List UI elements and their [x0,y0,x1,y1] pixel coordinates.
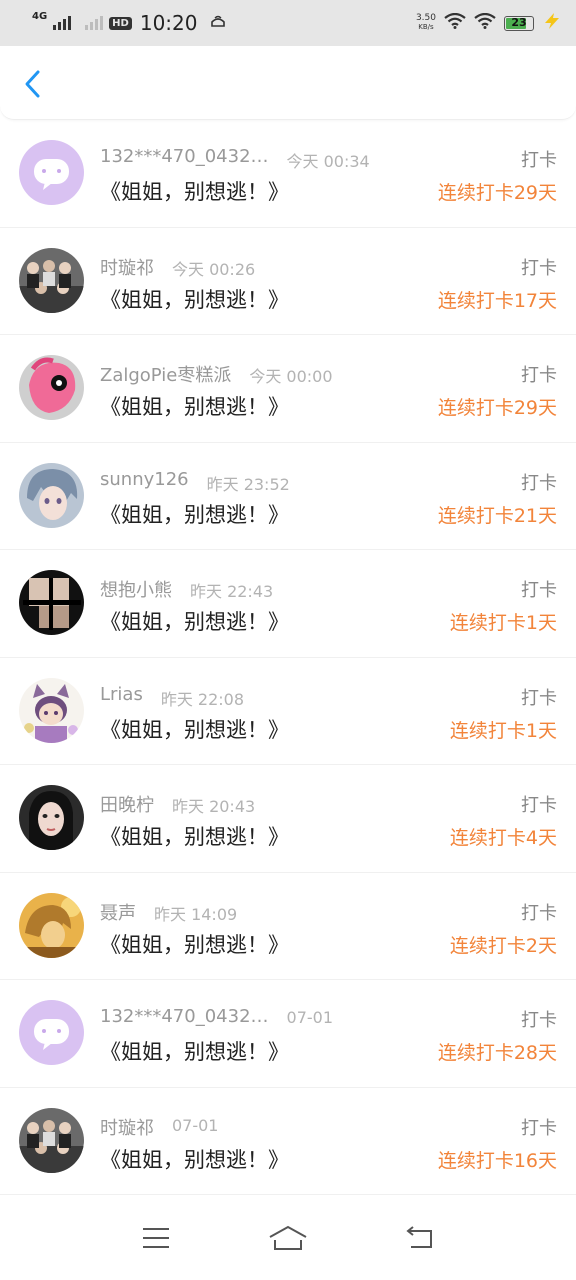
checkin-list: 132***470_0432… 今天 00:34 打卡 《姐姐，别想逃！》 连续打卡29… [0,120,576,1195]
user-name[interactable]: 聂声 [100,899,136,925]
user-name[interactable]: ZalgoPie枣糕派 [100,361,231,387]
user-name[interactable]: 田晚柠 [100,791,154,817]
wifi-2-icon [474,12,496,33]
menu-button[interactable] [132,1218,180,1258]
book-title: 《姐姐，别想逃！》 [100,932,289,957]
network-speed: 3.50 KB/s [416,14,436,32]
checkin-streak: 连续打卡29天 [437,182,557,204]
book-title: 《姐姐，别想逃！》 [100,502,289,527]
checkin-streak: 连续打卡1天 [449,719,557,742]
checkin-streak: 连续打卡28天 [437,1042,557,1064]
checkin-time: 昨天 23:52 [206,474,290,494]
wifi-icon [444,12,466,33]
checkin-time: 昨天 22:43 [189,582,274,601]
anime-boy-avatar-icon[interactable] [19,462,84,528]
book-title: 《姐姐，别想逃！》 [100,610,289,634]
battery-icon: 23 [504,15,534,31]
group-photo-avatar-icon[interactable] [19,247,84,313]
user-name[interactable]: 时璇祁 [100,254,154,280]
dark-photo-avatar-icon[interactable] [19,570,84,635]
page-header [0,46,576,120]
charging-icon [542,12,562,34]
clock: 10:20 [139,11,198,35]
home-icon [269,1225,307,1250]
checkin-streak: 连续打卡29天 [437,397,557,419]
default-chat-avatar-icon[interactable] [19,140,84,205]
checkin-type-label: 打卡 [521,902,557,924]
nfc-icon [209,12,227,34]
list-item[interactable]: 132***470_0432… 07-01 打卡《姐姐，别想逃！》 连续打卡28天 [0,980,576,1088]
list-item[interactable]: 时璇祁 今天 00:26 打卡《姐姐，别想逃！》 连续打卡17天 [0,228,576,335]
cat-ears-avatar-icon[interactable] [19,677,84,743]
book-title: 《姐姐，别想逃！》 [100,1040,289,1064]
home-button[interactable] [264,1218,312,1258]
system-nav-bar [0,1196,576,1280]
list-item[interactable]: sunny126 昨天 23:52 打卡《姐姐，别想逃！》 连续打卡21天 [0,443,576,550]
hd-badge: HD [109,16,132,30]
user-name[interactable]: 时璇祁 [100,1114,154,1140]
battery-level: 23 [511,15,527,29]
checkin-streak: 连续打卡2天 [449,934,557,957]
book-title: 《姐姐，别想逃！》 [100,1147,289,1172]
checkin-time: 07-01 [286,1008,334,1027]
list-item[interactable]: 时璇祁 07-01 打卡《姐姐，别想逃！》 连续打卡16天 [0,1088,576,1195]
return-icon [406,1226,432,1248]
user-name[interactable]: 132***470_0432… [100,1006,269,1027]
checkin-time: 今天 00:00 [249,367,333,386]
network-type: 4G [32,11,48,22]
status-bar: 4G HD 10:20 3.50 KB/s 23 [0,0,576,46]
checkin-streak: 连续打卡17天 [437,289,557,312]
default-chat-avatar-icon[interactable] [19,1000,84,1065]
chevron-left-icon [25,70,40,98]
user-name[interactable]: Lrias [100,684,143,705]
checkin-time: 07-01 [171,1115,219,1135]
pink-pony-avatar-icon[interactable] [19,355,84,420]
checkin-time: 昨天 22:08 [160,689,245,709]
signal-strength-icon [53,16,72,30]
list-item[interactable]: 132***470_0432… 今天 00:34 打卡《姐姐，别想逃！》 连续打卡29… [0,120,576,228]
checkin-type-label: 打卡 [521,795,557,816]
checkin-type-label: 打卡 [521,150,557,171]
menu-icon [143,1228,169,1248]
checkin-type-label: 打卡 [521,257,557,279]
network-speed-value: 3.50 [415,13,436,23]
checkin-type-label: 打卡 [521,365,557,386]
list-item[interactable]: 聂声 昨天 14:09 打卡《姐姐，别想逃！》 连续打卡2天 [0,873,576,980]
checkin-streak: 连续打卡21天 [437,504,557,527]
group-photo-avatar-icon[interactable] [19,1107,84,1173]
list-item[interactable]: 田晚柠 昨天 20:43 打卡《姐姐，别想逃！》 连续打卡4天 [0,765,576,873]
user-name[interactable]: sunny126 [100,469,189,490]
list-item[interactable]: 想抱小熊 昨天 22:43 打卡《姐姐，别想逃！》 连续打卡1天 [0,550,576,658]
checkin-type-label: 打卡 [521,1117,557,1139]
checkin-type-label: 打卡 [521,472,557,494]
back-nav-button[interactable] [396,1218,444,1258]
network-speed-unit: KB/s [418,23,434,31]
list-item[interactable]: ZalgoPie枣糕派 今天 00:00 打卡《姐姐，别想逃！》 连续打卡29天 [0,335,576,443]
girl-portrait-avatar-icon[interactable] [19,785,84,850]
book-title: 《姐姐，别想逃！》 [100,395,289,419]
checkin-time: 昨天 14:09 [153,904,238,924]
checkin-streak: 连续打卡16天 [437,1149,557,1172]
book-title: 《姐姐，别想逃！》 [100,717,289,742]
checkin-streak: 连续打卡4天 [449,827,557,849]
user-name[interactable]: 想抱小熊 [100,576,172,602]
book-title: 《姐姐，别想逃！》 [100,180,289,204]
checkin-time: 昨天 20:43 [171,797,256,816]
status-right: 3.50 KB/s 23 [416,12,562,34]
list-item[interactable]: Lrias 昨天 22:08 打卡《姐姐，别想逃！》 连续打卡1天 [0,658,576,765]
checkin-type-label: 打卡 [521,687,557,709]
checkin-type-label: 打卡 [521,580,557,601]
back-button[interactable] [14,64,50,104]
checkin-streak: 连续打卡1天 [449,612,557,634]
book-title: 《姐姐，别想逃！》 [100,825,289,849]
book-title: 《姐姐，别想逃！》 [100,287,289,312]
checkin-type-label: 打卡 [521,1010,557,1031]
checkin-time: 今天 00:34 [286,152,370,171]
checkin-time: 今天 00:26 [171,259,256,279]
user-name[interactable]: 132***470_0432… [100,146,269,167]
golden-anime-avatar-icon[interactable] [19,892,84,958]
status-left: 4G HD 10:20 [32,11,227,35]
signal-strength-2-icon [85,16,104,30]
